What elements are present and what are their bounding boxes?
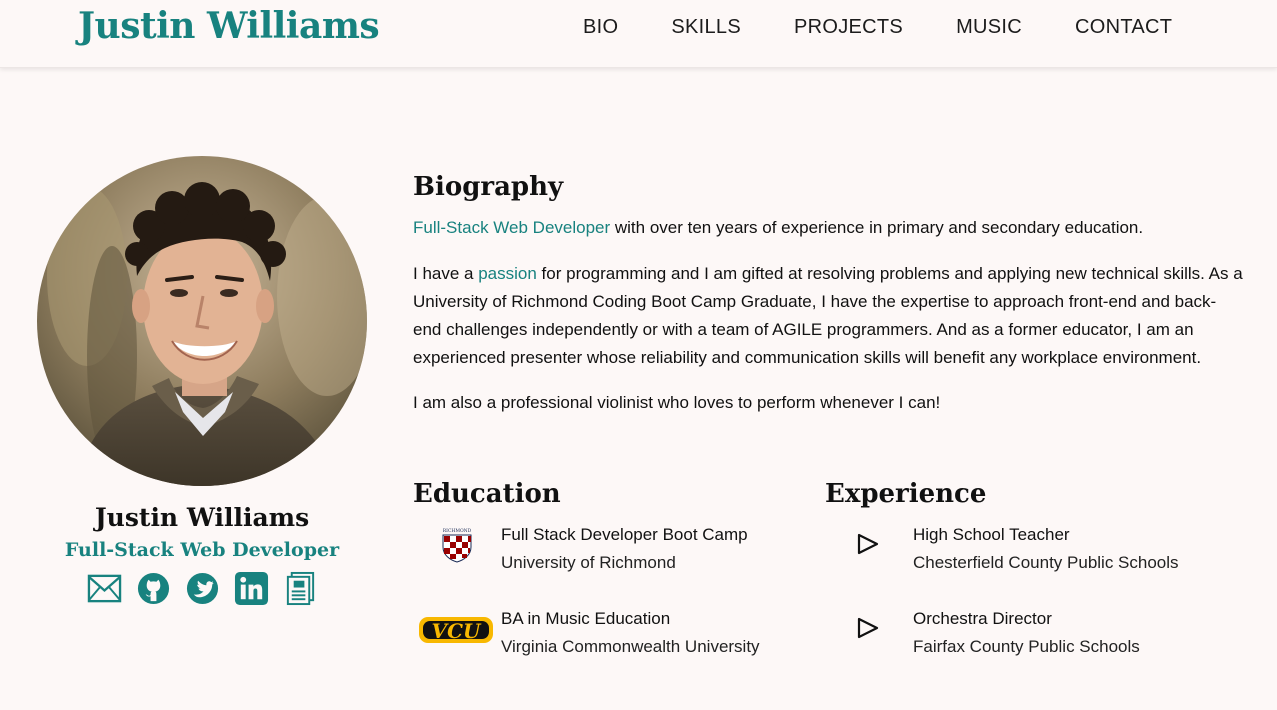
brand-logo-link[interactable]: Justin Williams [78, 5, 380, 47]
experience-title: Orchestra Director [913, 609, 1052, 628]
experience-employer: Chesterfield County Public Schools [913, 553, 1179, 572]
cv-icon[interactable] [283, 571, 318, 606]
biography-text: Full-Stack Web Developer with over ten y… [413, 214, 1243, 417]
education-column: Education RICHMOND Full Stack Developer … [413, 479, 813, 656]
profile-job-title: Full-Stack Web Developer [64, 539, 340, 561]
profile-photo [37, 156, 367, 486]
main-nav: BIO SKILLS PROJECTS MUSIC CONTACT [583, 16, 1172, 39]
profile-name: Justin Williams [94, 503, 310, 532]
bio-paragraph-2: I have a passion for programming and I a… [413, 260, 1243, 372]
bio-paragraph-2-text: for programming and I am gifted at resol… [413, 264, 1243, 367]
richmond-shield-logo: RICHMOND [442, 528, 472, 563]
bio-highlight-passion: passion [478, 264, 537, 283]
experience-title: High School Teacher [913, 525, 1070, 544]
nav-item-projects[interactable]: PROJECTS [794, 16, 903, 39]
linkedin-icon[interactable] [234, 571, 269, 606]
education-title: Full Stack Developer Boot Camp [501, 525, 748, 544]
education-heading: Education [413, 479, 561, 509]
social-links [87, 571, 318, 606]
bio-paragraph-3: I am also a professional violinist who l… [413, 393, 941, 412]
email-icon[interactable] [87, 571, 122, 606]
vcu-logo-text: VCU [432, 619, 482, 643]
navbar: Justin Williams BIO SKILLS PROJECTS MUSI… [0, 0, 1277, 68]
experience-column: Experience High School Teacher Chesterfi… [825, 479, 1245, 656]
play-triangle-icon [857, 533, 879, 555]
education-title: BA in Music Education [501, 609, 671, 628]
bio-paragraph-2-start: I have a [413, 264, 479, 283]
play-triangle-icon [857, 617, 879, 639]
nav-item-music[interactable]: MUSIC [956, 16, 1022, 39]
vcu-logo: VCU [419, 617, 493, 643]
twitter-icon[interactable] [185, 571, 220, 606]
bio-paragraph-1-text: with over ten years of experience in pri… [610, 218, 1144, 237]
nav-item-bio[interactable]: BIO [583, 16, 618, 39]
education-school: Virginia Commonwealth University [501, 637, 760, 656]
education-school: University of Richmond [501, 553, 676, 572]
richmond-logo-text: RICHMOND [443, 528, 472, 534]
biography-heading: Biography [413, 172, 564, 202]
bio-section: Biography Full-Stack Web Developer with … [413, 172, 1243, 656]
experience-heading: Experience [825, 479, 987, 509]
nav-item-contact[interactable]: CONTACT [1075, 16, 1172, 39]
github-icon[interactable] [136, 571, 171, 606]
bio-highlight-fullstack: Full-Stack Web Developer [413, 218, 611, 237]
nav-item-skills[interactable]: SKILLS [671, 16, 741, 39]
bio-paragraph-1: Full-Stack Web Developer with over ten y… [413, 214, 1243, 242]
experience-employer: Fairfax County Public Schools [913, 637, 1140, 656]
